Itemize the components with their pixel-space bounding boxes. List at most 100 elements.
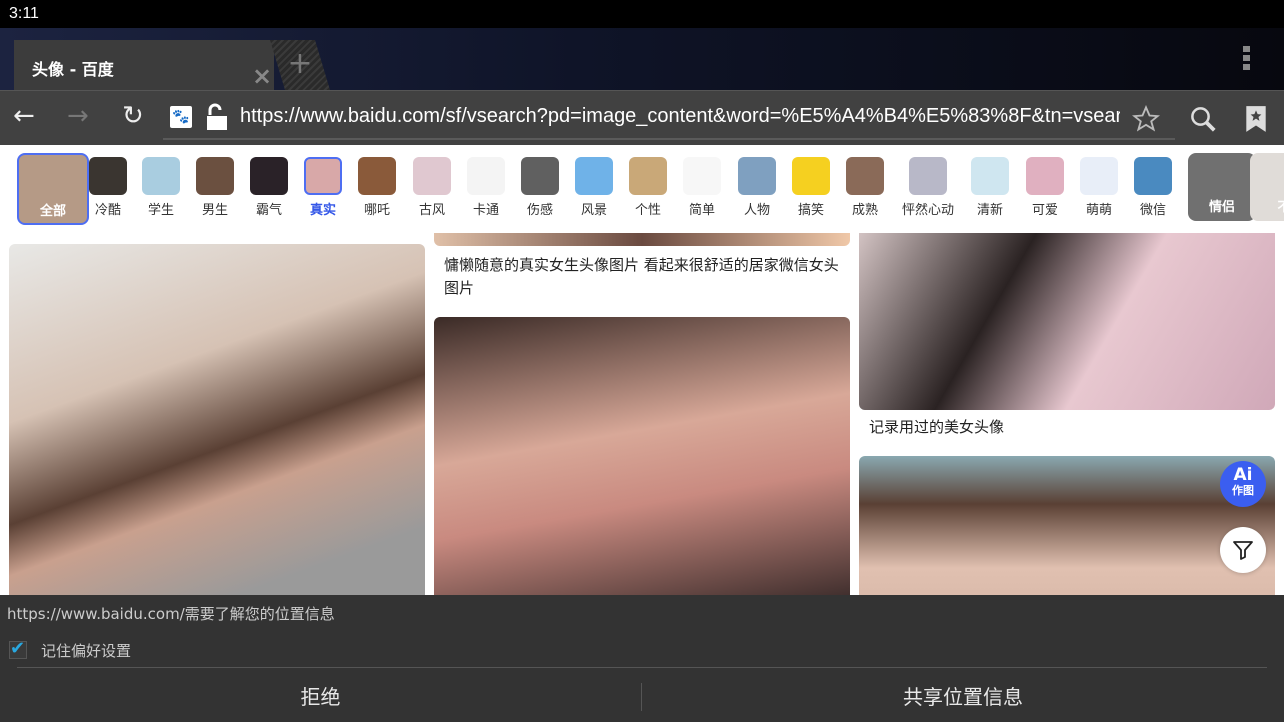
category-12[interactable]: 简单 (672, 157, 732, 218)
category-thumbnail (358, 157, 396, 195)
category-15[interactable]: 成熟 (835, 157, 895, 218)
category-label: 萌萌 (1085, 203, 1112, 218)
ai-label: Ai (1233, 465, 1253, 485)
category-20[interactable]: 微信 (1123, 157, 1183, 218)
clock: 3:11 (9, 5, 39, 22)
search-icon[interactable] (1188, 104, 1218, 134)
category-thumbnail (196, 157, 234, 195)
category-thumbnail (1080, 157, 1118, 195)
category-label: 清新 (976, 203, 1003, 218)
category-thumbnail (738, 157, 776, 195)
tab-bar: 头像 - 百度 × + (0, 28, 1284, 90)
category-4[interactable]: 霸气 (239, 157, 299, 218)
browser-tab[interactable]: 头像 - 百度 × (14, 40, 274, 90)
close-tab-icon[interactable]: × (252, 64, 272, 88)
category-thumbnail (142, 157, 180, 195)
category-19[interactable]: 萌萌 (1069, 157, 1129, 218)
category-13[interactable]: 人物 (727, 157, 787, 218)
category-thumbnail (250, 157, 288, 195)
category-label: 微信 (1139, 203, 1166, 218)
category-16[interactable]: 怦然心动 (898, 157, 958, 218)
category-14[interactable]: 搞笑 (781, 157, 841, 218)
category-thumbnail (629, 157, 667, 195)
category-label: 情侣 (1208, 200, 1235, 215)
share-location-button[interactable]: 共享位置信息 (642, 681, 1284, 710)
category-label: 不 (1277, 200, 1284, 215)
category-label: 卡通 (472, 203, 499, 218)
permission-message: https://www.baidu.com/需要了解您的位置信息 (7, 605, 335, 623)
category-thumbnail (304, 157, 342, 195)
category-6[interactable]: 哪吒 (347, 157, 407, 218)
category-thumbnail (575, 157, 613, 195)
toolbar: ← → ↻ 🐾 https://www.baidu.com/sf/vsearch… (0, 90, 1284, 145)
category-17[interactable]: 清新 (960, 157, 1020, 218)
category-11[interactable]: 个性 (618, 157, 678, 218)
category-thumbnail (909, 157, 947, 195)
category-thumbnail (467, 157, 505, 195)
ai-sublabel: 作图 (1232, 484, 1254, 497)
category-thumbnail (683, 157, 721, 195)
deny-button[interactable]: 拒绝 (0, 681, 641, 710)
forward-icon[interactable]: → (67, 103, 89, 129)
category-thumbnail (1134, 157, 1172, 195)
result-image[interactable] (859, 456, 1275, 595)
status-bar: 3:11 (0, 0, 1284, 28)
category-thumbnail (846, 157, 884, 195)
remember-checkbox[interactable]: ✔ (9, 640, 27, 659)
category-label: 冷酷 (94, 203, 121, 218)
filter-icon (1233, 541, 1253, 560)
filter-button[interactable] (1220, 527, 1266, 573)
category-1[interactable]: 冷酷 (78, 157, 138, 218)
category-thumbnail (1026, 157, 1064, 195)
category-3[interactable]: 男生 (185, 157, 245, 218)
new-tab-button[interactable]: + (270, 40, 330, 90)
star-icon[interactable] (1132, 105, 1160, 133)
category-label: 古风 (418, 203, 445, 218)
result-image[interactable] (859, 233, 1275, 410)
category-label: 男生 (201, 203, 228, 218)
reload-icon[interactable]: ↻ (122, 103, 144, 129)
category-10[interactable]: 风景 (564, 157, 624, 218)
category-2[interactable]: 学生 (131, 157, 191, 218)
result-image[interactable] (434, 233, 850, 246)
category-thumbnail (413, 157, 451, 195)
category-thumbnail (89, 157, 127, 195)
category-7[interactable]: 古风 (402, 157, 462, 218)
category-label: 人物 (743, 203, 770, 218)
category-label: 搞笑 (797, 203, 824, 218)
category-9[interactable]: 伤感 (510, 157, 570, 218)
category-thumbnail (521, 157, 559, 195)
category-thumbnail (971, 157, 1009, 195)
category-21[interactable]: 情侣 (1188, 153, 1256, 221)
overflow-menu-icon[interactable] (1243, 46, 1251, 73)
category-label: 可爱 (1031, 203, 1058, 218)
category-label: 真实 (309, 203, 336, 218)
location-permission-prompt: https://www.baidu.com/需要了解您的位置信息 ✔ 记住偏好设… (0, 595, 1284, 722)
url-underline (163, 138, 1175, 140)
category-label: 成熟 (851, 203, 878, 218)
category-18[interactable]: 可爱 (1015, 157, 1075, 218)
ai-draw-button[interactable]: Ai 作图 (1220, 461, 1266, 507)
result-caption[interactable]: 记录用过的美女头像 (869, 416, 1004, 439)
category-label: 霸气 (255, 203, 282, 218)
result-image[interactable] (434, 317, 850, 595)
category-5[interactable]: 真实 (293, 157, 353, 218)
category-8[interactable]: 卡通 (456, 157, 516, 218)
lock-icon (207, 103, 227, 130)
category-label: 简单 (688, 203, 715, 218)
tab-title: 头像 - 百度 (32, 60, 114, 79)
category-label: 哪吒 (363, 203, 390, 218)
bookmarks-icon[interactable] (1245, 105, 1267, 133)
divider (17, 667, 1267, 668)
result-caption[interactable]: 慵懒随意的真实女生头像图片 看起来很舒适的居家微信女头图片 (444, 254, 844, 300)
category-22[interactable]: 不 (1250, 153, 1284, 221)
url-field[interactable]: https://www.baidu.com/sf/vsearch?pd=imag… (240, 105, 1120, 128)
remember-label[interactable]: 记住偏好设置 (41, 640, 131, 661)
back-icon[interactable]: ← (13, 103, 35, 129)
category-label: 伤感 (526, 203, 553, 218)
category-strip[interactable]: 全部 冷酷 学生 男生 霸气 真实 哪吒 古风 卡通 伤感 风景 个性 简单 人物 搞笑 成熟 怦然心动 清新 可爱… (0, 145, 1284, 233)
image-results: 慵懒随意的真实女生头像图片 看起来很舒适的居家微信女头图片 记录用过的美女头像 … (0, 233, 1284, 595)
category-label: 学生 (147, 203, 174, 218)
baidu-favicon: 🐾 (170, 106, 192, 128)
result-image[interactable] (9, 244, 425, 595)
